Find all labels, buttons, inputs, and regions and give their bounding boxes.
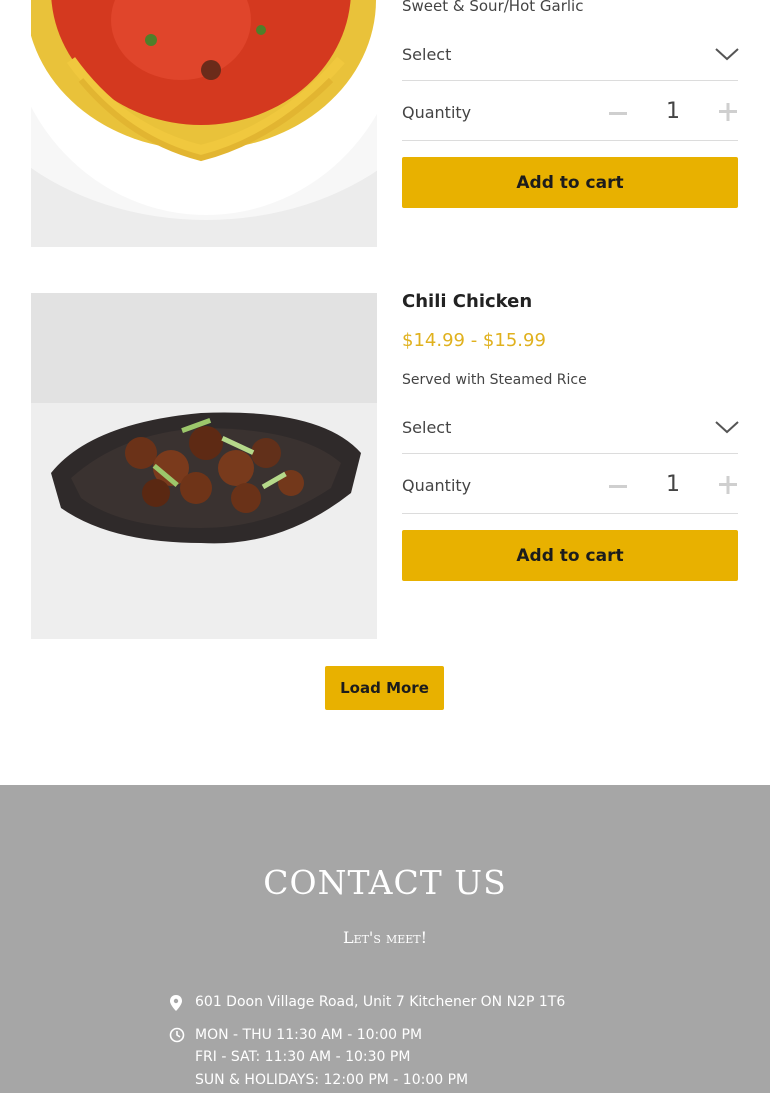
hours-line: SUN & HOLIDAYS: 12:00 PM - 10:00 PM bbox=[195, 1072, 469, 1088]
option-select[interactable]: Select bbox=[402, 404, 740, 454]
product-details: Chili Chicken $14.99 - $15.99 Served wit… bbox=[402, 291, 740, 639]
chili-chicken-dish-image[interactable] bbox=[31, 293, 377, 639]
quantity-value[interactable]: 1 bbox=[666, 99, 680, 124]
quantity-label: Quantity bbox=[402, 476, 472, 495]
add-to-cart-button[interactable]: Add to cart bbox=[402, 157, 738, 208]
noodles-dish-image[interactable] bbox=[31, 0, 377, 247]
contact-subtitle: Let's meet! bbox=[342, 928, 428, 947]
quantity-value[interactable]: 1 bbox=[666, 472, 680, 497]
quantity-stepper: Quantity 1 bbox=[402, 455, 738, 514]
plus-icon[interactable] bbox=[718, 102, 738, 122]
product-name[interactable]: Chili Chicken bbox=[402, 291, 532, 312]
map-pin-icon bbox=[169, 995, 185, 1011]
product-card-noodles: Sweet & Sour/Hot Garlic Select Quantity … bbox=[31, 0, 740, 247]
chevron-down-icon bbox=[714, 416, 740, 436]
plus-icon[interactable] bbox=[718, 475, 738, 495]
contact-section: CONTACT US Let's meet! 601 Doon Village … bbox=[0, 785, 770, 1093]
product-card-chili-chicken: Chili Chicken $14.99 - $15.99 Served wit… bbox=[31, 291, 740, 639]
quantity-stepper: Quantity 1 bbox=[402, 82, 738, 141]
hours-line: FRI - SAT: 11:30 AM - 10:30 PM bbox=[195, 1049, 411, 1065]
product-description: Served with Steamed Rice bbox=[402, 372, 587, 388]
contact-title: CONTACT US bbox=[263, 863, 507, 902]
contact-address[interactable]: 601 Doon Village Road, Unit 7 Kitchener … bbox=[195, 994, 565, 1010]
chevron-down-icon bbox=[714, 43, 740, 63]
hours-line: MON - THU 11:30 AM - 10:00 PM bbox=[195, 1027, 423, 1043]
quantity-label: Quantity bbox=[402, 103, 472, 122]
clock-icon bbox=[169, 1027, 185, 1043]
load-more-button[interactable]: Load More bbox=[325, 666, 444, 710]
minus-icon[interactable] bbox=[608, 105, 628, 119]
add-to-cart-button[interactable]: Add to cart bbox=[402, 530, 738, 581]
select-label: Select bbox=[402, 45, 452, 64]
select-label: Select bbox=[402, 418, 452, 437]
minus-icon[interactable] bbox=[608, 478, 628, 492]
product-details: Sweet & Sour/Hot Garlic Select Quantity … bbox=[402, 0, 740, 247]
product-price: $14.99 - $15.99 bbox=[402, 330, 546, 351]
option-select[interactable]: Select bbox=[402, 31, 740, 81]
product-description: Sweet & Sour/Hot Garlic bbox=[402, 0, 584, 15]
